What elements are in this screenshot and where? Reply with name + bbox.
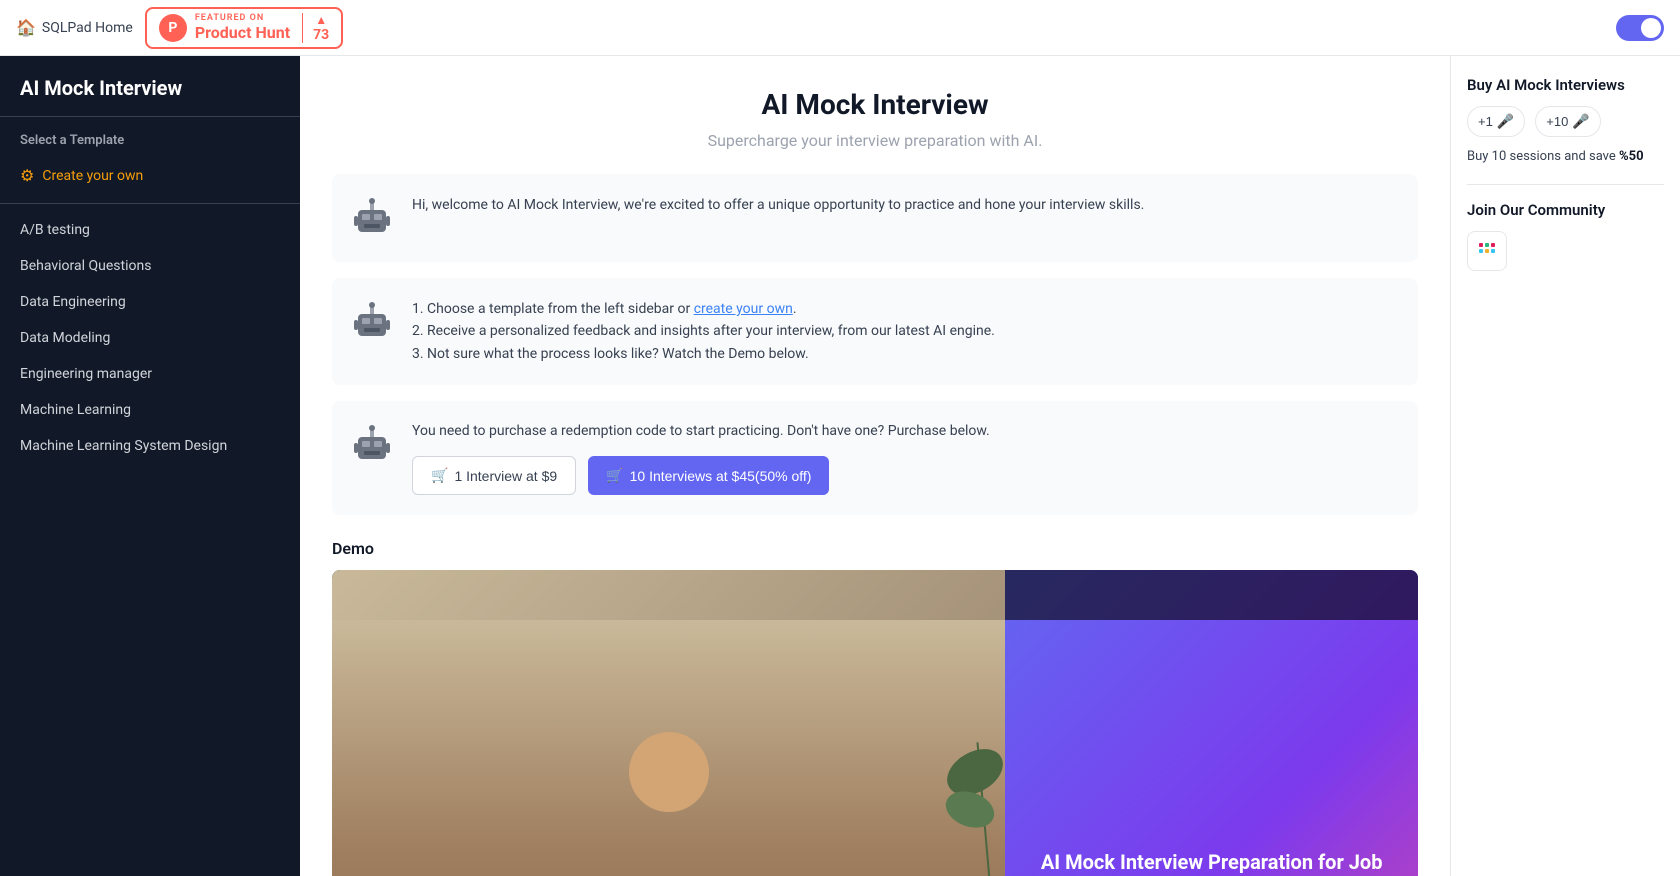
sidebar-section-title: Select a Template bbox=[0, 117, 300, 156]
ph-count-value: 73 bbox=[313, 27, 329, 43]
buy-options: +1 🎤 +10 🎤 bbox=[1467, 106, 1664, 137]
create-own-link[interactable]: create your own bbox=[694, 301, 793, 317]
sidebar-item-ab-testing[interactable]: A/B testing bbox=[0, 212, 300, 248]
robot-icon-3 bbox=[348, 421, 396, 469]
community-section-title: Join Our Community bbox=[1467, 201, 1664, 219]
sidebar-item-label: Create your own bbox=[42, 168, 143, 184]
sidebar-item-label: Data Engineering bbox=[20, 294, 126, 310]
single-interview-button[interactable]: 🛒 1 Interview at $9 bbox=[412, 456, 576, 495]
product-hunt-badge[interactable]: P FEATURED ON Product Hunt ▲ 73 bbox=[145, 7, 343, 49]
robot-icon-2 bbox=[348, 298, 396, 346]
buy-ten-chip[interactable]: +10 🎤 bbox=[1535, 106, 1601, 137]
video-right-text: AI Mock Interview Preparation for Job Se… bbox=[1025, 848, 1398, 876]
ph-text-block: FEATURED ON Product Hunt bbox=[195, 13, 290, 42]
sidebar-item-label: A/B testing bbox=[20, 222, 90, 238]
sidebar-item-label: Machine Learning System Design bbox=[20, 438, 227, 454]
home-icon: 🏠 bbox=[16, 18, 36, 37]
single-interview-label: 1 Interview at $9 bbox=[454, 468, 557, 484]
chip1-label: +1 bbox=[1478, 114, 1493, 129]
main-layout: AI Mock Interview Select a Template ⚙ Cr… bbox=[0, 56, 1680, 876]
mic-icon-1: 🎤 bbox=[1497, 113, 1514, 130]
page-title: AI Mock Interview bbox=[332, 88, 1418, 121]
purchase-buttons: 🛒 1 Interview at $9 🛒 10 Interviews at $… bbox=[412, 456, 990, 495]
instruction-line-2: 2. Receive a personalized feedback and i… bbox=[412, 320, 995, 342]
welcome-card: Hi, welcome to AI Mock Interview, we're … bbox=[332, 174, 1418, 262]
cart-icon-1: 🛒 bbox=[431, 467, 448, 484]
toggle-knob bbox=[1641, 18, 1661, 38]
sidebar-item-machine-learning[interactable]: Machine Learning bbox=[0, 392, 300, 428]
top-nav: 🏠 SQLPad Home P FEATURED ON Product Hunt… bbox=[0, 0, 1680, 56]
sidebar-item-engineering-manager[interactable]: Engineering manager bbox=[0, 356, 300, 392]
bulk-interview-label: 10 Interviews at $45(50% off) bbox=[630, 468, 812, 484]
page-subtitle: Supercharge your interview preparation w… bbox=[332, 131, 1418, 150]
sidebar-item-data-modeling[interactable]: Data Modeling bbox=[0, 320, 300, 356]
sidebar-item-data-engineering[interactable]: Data Engineering bbox=[0, 284, 300, 320]
save-highlight: %50 bbox=[1619, 149, 1644, 164]
cart-icon-2: 🛒 bbox=[606, 467, 623, 484]
welcome-text: Hi, welcome to AI Mock Interview, we're … bbox=[412, 194, 1144, 216]
home-label: SQLPad Home bbox=[42, 20, 133, 36]
gear-icon: ⚙ bbox=[20, 166, 34, 185]
purchase-card: You need to purchase a redemption code t… bbox=[332, 401, 1418, 515]
video-container[interactable]: 👤 Interview AI Demo ↗ Share bbox=[332, 570, 1418, 876]
ph-name-label: Product Hunt bbox=[195, 23, 290, 42]
video-left bbox=[332, 570, 1005, 876]
ph-logo: P bbox=[159, 14, 187, 42]
home-link[interactable]: 🏠 SQLPad Home bbox=[16, 18, 133, 37]
instruction-line-1: 1. Choose a template from the left sideb… bbox=[412, 298, 995, 320]
buy-save-text: Buy 10 sessions and save %50 bbox=[1467, 149, 1664, 164]
slack-icon[interactable] bbox=[1467, 231, 1507, 271]
robot-icon-1 bbox=[348, 194, 396, 242]
theme-toggle[interactable] bbox=[1616, 15, 1664, 41]
demo-section: Demo 👤 Interview AI Demo ↗ Share bbox=[332, 539, 1418, 876]
ph-featured-label: FEATURED ON bbox=[195, 13, 290, 23]
mic-icon-2: 🎤 bbox=[1572, 113, 1589, 130]
sidebar-item-behavioral[interactable]: Behavioral Questions bbox=[0, 248, 300, 284]
panel-divider bbox=[1467, 184, 1664, 185]
instruction-line-3: 3. Not sure what the process looks like?… bbox=[412, 343, 995, 365]
right-panel: Buy AI Mock Interviews +1 🎤 +10 🎤 Buy 10… bbox=[1450, 56, 1680, 876]
sidebar-item-label: Data Modeling bbox=[20, 330, 110, 346]
ph-count-block: ▲ 73 bbox=[302, 13, 329, 43]
sidebar: AI Mock Interview Select a Template ⚙ Cr… bbox=[0, 56, 300, 876]
main-content: AI Mock Interview Supercharge your inter… bbox=[300, 56, 1450, 876]
bulk-interview-button[interactable]: 🛒 10 Interviews at $45(50% off) bbox=[588, 456, 829, 495]
buy-one-chip[interactable]: +1 🎤 bbox=[1467, 106, 1525, 137]
sidebar-item-label: Machine Learning bbox=[20, 402, 131, 418]
ph-arrow-icon: ▲ bbox=[315, 13, 327, 27]
nav-left: 🏠 SQLPad Home P FEATURED ON Product Hunt… bbox=[16, 7, 343, 49]
instructions-text: 1. Choose a template from the left sideb… bbox=[412, 298, 995, 365]
chip2-label: +10 bbox=[1546, 114, 1568, 129]
sidebar-item-create-own[interactable]: ⚙ Create your own bbox=[0, 156, 300, 195]
instructions-card: 1. Choose a template from the left sideb… bbox=[332, 278, 1418, 385]
buy-section-title: Buy AI Mock Interviews bbox=[1467, 76, 1664, 94]
demo-label: Demo bbox=[332, 539, 1418, 558]
purchase-text: You need to purchase a redemption code t… bbox=[412, 421, 990, 442]
sidebar-item-ml-system-design[interactable]: Machine Learning System Design bbox=[0, 428, 300, 464]
sidebar-logo: AI Mock Interview bbox=[0, 56, 300, 117]
sidebar-item-label: Engineering manager bbox=[20, 366, 152, 382]
sidebar-item-label: Behavioral Questions bbox=[20, 258, 151, 274]
sidebar-divider-1 bbox=[0, 203, 300, 204]
purchase-content: You need to purchase a redemption code t… bbox=[412, 421, 990, 495]
